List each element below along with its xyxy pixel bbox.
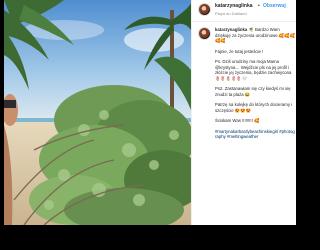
- caption-line: Fajnie, że tutaj jesteście !: [215, 48, 264, 54]
- caption-avatar[interactable]: [198, 27, 211, 40]
- post-photo[interactable]: [4, 0, 191, 225]
- post-location[interactable]: Playa du Dabland: [215, 11, 247, 16]
- caption-line: Patrzę na kolejkę do których docieramy i…: [215, 102, 293, 113]
- follow-button[interactable]: Obserwuj: [263, 3, 286, 9]
- caption-author[interactable]: katarzynaglinka: [215, 27, 247, 32]
- post-header: katarzynaglinka • Obserwuj Playa du Dabl…: [192, 0, 296, 22]
- post-side-panel: katarzynaglinka • Obserwuj Playa du Dabl…: [191, 0, 296, 225]
- caption-line: Ps. Dziś urodziny ma moja Mama @krystyna…: [215, 58, 292, 81]
- caption-line: Ściskam Was !!!!!!!!! 🥰: [215, 118, 260, 124]
- author-avatar[interactable]: [198, 3, 211, 16]
- caption-hashtags[interactable]: #martynakarbardybeachinskiegirl #photogr…: [215, 129, 295, 140]
- author-username[interactable]: katarzynaglinka: [215, 3, 253, 9]
- caption-line: katarzynaglinka 🌴 Bardzo Wam dziękuję za…: [215, 27, 295, 44]
- backdrop-bottom: [0, 225, 300, 250]
- caption-line: Ps2. Zastanawiam się czy kiedyś mi się z…: [215, 86, 291, 97]
- separator-dot: •: [258, 3, 260, 9]
- caption-text: katarzynaglinka 🌴 Bardzo Wam dziękuję za…: [215, 27, 295, 144]
- post-modal: katarzynaglinka • Obserwuj Playa du Dabl…: [4, 0, 296, 225]
